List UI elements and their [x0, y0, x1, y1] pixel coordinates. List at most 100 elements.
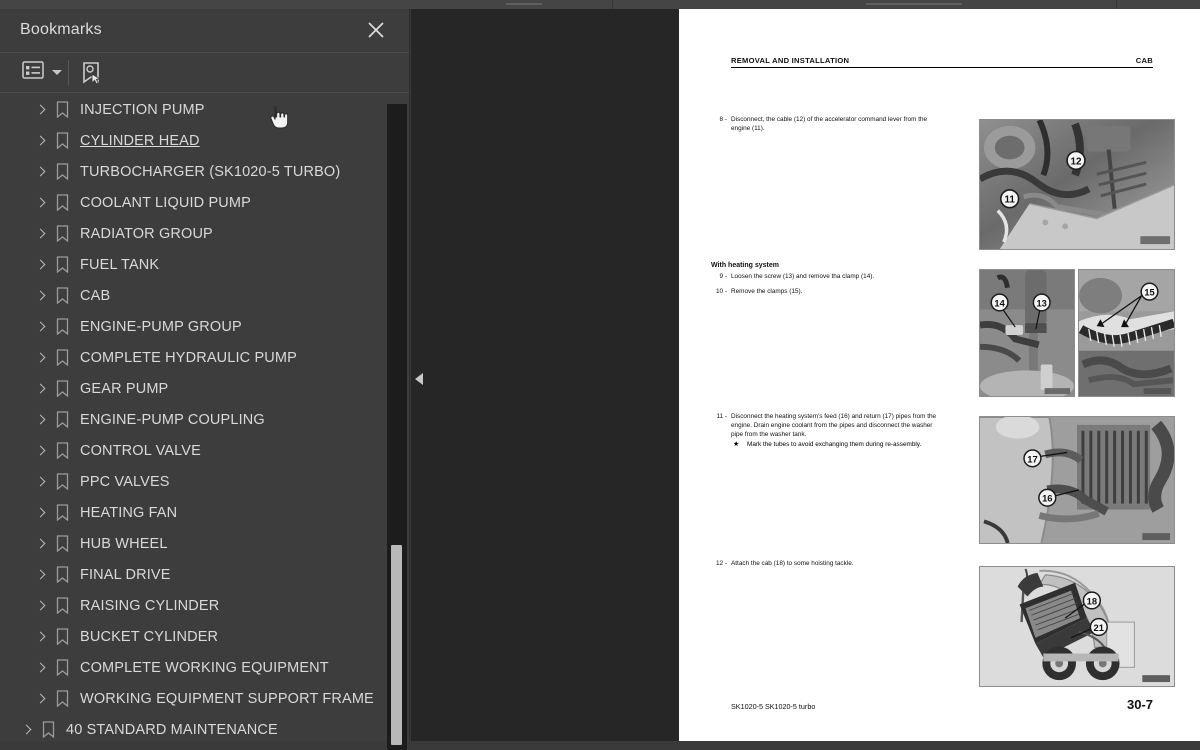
pdf-viewer-area: REMOVAL AND INSTALLATION CAB 8 - Disconn…: [411, 9, 1200, 741]
chevron-right-icon[interactable]: [34, 692, 48, 706]
bookmark-icon: [56, 194, 69, 211]
chevron-right-icon[interactable]: [34, 475, 48, 489]
bookmark-item-label: CAB: [80, 287, 111, 304]
bookmark-item-label: PPC VALVES: [80, 473, 170, 490]
bookmark-item-engine-pump-coupling[interactable]: ENGINE-PUMP COUPLING: [0, 404, 390, 435]
chevron-right-icon[interactable]: [20, 723, 34, 737]
bookmark-item-injection-pump[interactable]: INJECTION PUMP: [0, 94, 390, 125]
chevron-right-icon[interactable]: [34, 320, 48, 334]
chevron-right-icon[interactable]: [34, 258, 48, 272]
bookmark-item-label: INJECTION PUMP: [80, 101, 205, 118]
heating-clamp-photo-left: 14 13: [979, 269, 1075, 397]
chevron-right-icon[interactable]: [34, 196, 48, 210]
bookmark-item-radiator-group[interactable]: RADIATOR GROUP: [0, 218, 390, 249]
chevron-right-icon[interactable]: [34, 165, 48, 179]
bookmark-item-control-valve[interactable]: CONTROL VALVE: [0, 435, 390, 466]
header-chapter-title: CAB: [1135, 56, 1153, 65]
bookmark-icon: [56, 628, 69, 645]
triangle-left-icon[interactable]: [413, 369, 427, 389]
bookmark-item-turbocharger-sk1020-5-turbo[interactable]: TURBOCHARGER (SK1020-5 TURBO): [0, 156, 390, 187]
bookmark-item-label: CONTROL VALVE: [80, 442, 201, 459]
svg-text:14: 14: [994, 298, 1005, 308]
heating-feed-return-pipes-photo: 17 16: [979, 416, 1175, 544]
chevron-right-icon[interactable]: [34, 134, 48, 148]
step-8-body: Disconnect, the cable (12) of the accele…: [731, 116, 928, 133]
bookmark-item-label: COMPLETE WORKING EQUIPMENT: [80, 659, 329, 676]
svg-text:17: 17: [1027, 454, 1037, 464]
bookmark-item-engine-pump-group[interactable]: ENGINE-PUMP GROUP: [0, 311, 390, 342]
bookmark-item-label: FINAL DRIVE: [80, 566, 171, 583]
star-bullet-icon: ★: [733, 441, 740, 449]
chevron-right-icon[interactable]: [34, 227, 48, 241]
chevron-right-icon[interactable]: [34, 413, 48, 427]
bookmark-item-bucket-cylinder[interactable]: BUCKET CYLINDER: [0, 621, 390, 652]
bookmark-item-fuel-tank[interactable]: FUEL TANK: [0, 249, 390, 280]
bookmark-item-raising-cylinder[interactable]: RAISING CYLINDER: [0, 590, 390, 621]
section-heading: With heating system: [711, 262, 780, 269]
list-options-icon[interactable]: [22, 61, 44, 79]
chevron-right-icon[interactable]: [34, 568, 48, 582]
chevron-right-icon[interactable]: [34, 630, 48, 644]
bookmark-icon: [56, 349, 69, 366]
toolbar-separator-1: [612, 0, 613, 9]
bookmark-item-label: RADIATOR GROUP: [80, 225, 213, 242]
step-10-body: Remove the clamps (15).: [731, 288, 803, 296]
bookmark-item-hub-wheel[interactable]: HUB WHEEL: [0, 528, 390, 559]
bookmark-item-cylinder-head[interactable]: CYLINDER HEAD: [0, 125, 390, 156]
page-number: 30-7: [1126, 697, 1153, 712]
bookmark-item-label: RAISING CYLINDER: [80, 597, 220, 614]
bookmark-item-label: FUEL TANK: [80, 256, 160, 273]
step-8-text: 8 - Disconnect, the cable (12) of the ac…: [711, 115, 939, 133]
bookmark-icon: [56, 318, 69, 335]
bookmark-item-working-equipment-support-frame[interactable]: WORKING EQUIPMENT SUPPORT FRAME: [0, 683, 390, 714]
application-toolbar[interactable]: [0, 0, 1200, 9]
bookmark-icon: [56, 473, 69, 490]
chevron-down-icon[interactable]: [52, 70, 62, 75]
close-icon[interactable]: [365, 19, 387, 41]
step-11-body: Disconnect the heating system's feed (16…: [731, 413, 937, 439]
chevron-right-icon[interactable]: [34, 289, 48, 303]
bookmark-item-label: TURBOCHARGER (SK1020-5 TURBO): [80, 163, 341, 180]
bookmark-icon: [56, 132, 69, 149]
heating-system-block: With heating system 9 - Loosen the screw…: [711, 262, 939, 296]
footer-model-text: SK1020-5 SK1020-5 turbo: [731, 702, 816, 711]
new-bookmark-icon[interactable]: [80, 61, 102, 85]
svg-text:12: 12: [1071, 156, 1083, 167]
bookmark-item-cab[interactable]: CAB: [0, 280, 390, 311]
step-12-body: Attach the cab (18) to some hoisting tac…: [731, 560, 854, 567]
chevron-right-icon[interactable]: [34, 444, 48, 458]
document-page: REMOVAL AND INSTALLATION CAB 8 - Disconn…: [679, 9, 1200, 741]
heating-clamps-photo-right: 15: [1078, 269, 1175, 397]
bookmark-item-final-drive[interactable]: FINAL DRIVE: [0, 559, 390, 590]
bookmarks-scrollbar-thumb[interactable]: [391, 545, 402, 745]
chevron-right-icon[interactable]: [34, 506, 48, 520]
bookmark-icon: [56, 163, 69, 180]
chevron-right-icon[interactable]: [34, 103, 48, 117]
chevron-right-icon[interactable]: [34, 351, 48, 365]
bookmark-item-ppc-valves[interactable]: PPC VALVES: [0, 466, 390, 497]
bookmark-item-label: CYLINDER HEAD: [80, 132, 200, 149]
bookmark-list[interactable]: INJECTION PUMP CYLINDER HEAD TURBOCHARGER …: [0, 94, 390, 741]
chevron-right-icon[interactable]: [34, 661, 48, 675]
bookmarks-toolbar: [0, 53, 409, 93]
page-running-header: REMOVAL AND INSTALLATION CAB: [731, 56, 1153, 68]
chevron-right-icon[interactable]: [34, 537, 48, 551]
toolbar-mark-1: [506, 3, 542, 5]
toolbar-mark-2: [866, 3, 962, 5]
chevron-right-icon[interactable]: [34, 382, 48, 396]
bookmark-item-coolant-liquid-pump[interactable]: COOLANT LIQUID PUMP: [0, 187, 390, 218]
bookmark-item-gear-pump[interactable]: GEAR PUMP: [0, 373, 390, 404]
bookmark-item-label: COOLANT LIQUID PUMP: [80, 194, 251, 211]
svg-text:13: 13: [1037, 298, 1047, 308]
svg-text:18: 18: [1087, 596, 1097, 606]
bookmark-item-complete-working-equipment[interactable]: COMPLETE WORKING EQUIPMENT: [0, 652, 390, 683]
bookmark-icon: [56, 225, 69, 242]
bookmark-item-40-standard-maintenance[interactable]: 40 STANDARD MAINTENANCE: [0, 714, 390, 741]
bookmark-item-label: HUB WHEEL: [80, 535, 168, 552]
bookmark-item-complete-hydraulic-pump[interactable]: COMPLETE HYDRAULIC PUMP: [0, 342, 390, 373]
bookmark-item-label: BUCKET CYLINDER: [80, 628, 219, 645]
engine-accelerator-cable-photo: 11 12: [979, 119, 1175, 250]
bookmark-icon: [56, 411, 69, 428]
chevron-right-icon[interactable]: [34, 599, 48, 613]
bookmark-item-heating-fan[interactable]: HEATING FAN: [0, 497, 390, 528]
